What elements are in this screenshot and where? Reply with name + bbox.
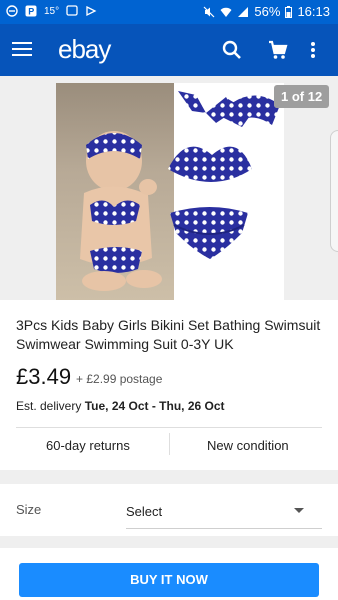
estimated-delivery: Est. delivery Tue, 24 Oct - Thu, 26 Oct (16, 399, 225, 413)
size-selector-row: Size Select (0, 484, 338, 536)
app-bar: ebay (0, 24, 338, 76)
search-icon[interactable] (220, 38, 244, 62)
dropdown-underline (126, 528, 322, 529)
returns-policy[interactable]: 60-day returns (46, 438, 130, 453)
status-right: 56% 16:13 (203, 4, 330, 19)
menu-icon[interactable] (12, 39, 32, 59)
image-counter: 1 of 12 (274, 85, 330, 108)
wifi-icon (220, 7, 232, 17)
cart-icon[interactable] (266, 38, 290, 62)
mute-icon (203, 6, 215, 17)
notification-app-icon (86, 5, 97, 17)
next-image-peek[interactable] (330, 130, 338, 252)
divider (16, 427, 322, 428)
delivery-label: Est. delivery (16, 399, 82, 413)
do-not-disturb-icon (6, 5, 18, 17)
postage-cost: + £2.99 postage (76, 372, 163, 386)
status-left: P 15° (6, 5, 97, 17)
delivery-dates: Tue, 24 Oct - Thu, 26 Oct (84, 399, 225, 413)
svg-text:P: P (28, 7, 34, 17)
message-icon (66, 5, 78, 16)
temperature-text: 15° (44, 5, 60, 17)
buy-it-now-button[interactable]: BUY IT NOW (19, 563, 319, 597)
parking-app-icon: P (25, 5, 37, 17)
item-condition[interactable]: New condition (207, 438, 289, 453)
product-illustration (80, 91, 280, 291)
image-gallery[interactable]: 1 of 12 (0, 76, 338, 300)
battery-percent: 56% (254, 4, 281, 19)
battery-icon (285, 5, 293, 18)
chevron-down-icon[interactable] (294, 508, 304, 513)
ebay-logo[interactable]: ebay (58, 34, 111, 65)
size-dropdown[interactable]: Select (126, 504, 162, 519)
item-price: £3.49 (16, 364, 72, 389)
listing-details: 3Pcs Kids Baby Girls Bikini Set Bathing … (0, 300, 338, 470)
product-photo[interactable] (56, 83, 284, 300)
perk-separator (169, 433, 170, 455)
more-options-icon[interactable] (308, 38, 318, 62)
signal-icon (238, 6, 249, 17)
size-label: Size (16, 502, 42, 517)
listing-title: 3Pcs Kids Baby Girls Bikini Set Bathing … (16, 317, 321, 352)
clock: 16:13 (297, 4, 330, 19)
action-bar: BUY IT NOW (0, 548, 338, 600)
status-bar: P 15° 56% 16:13 (0, 0, 338, 24)
